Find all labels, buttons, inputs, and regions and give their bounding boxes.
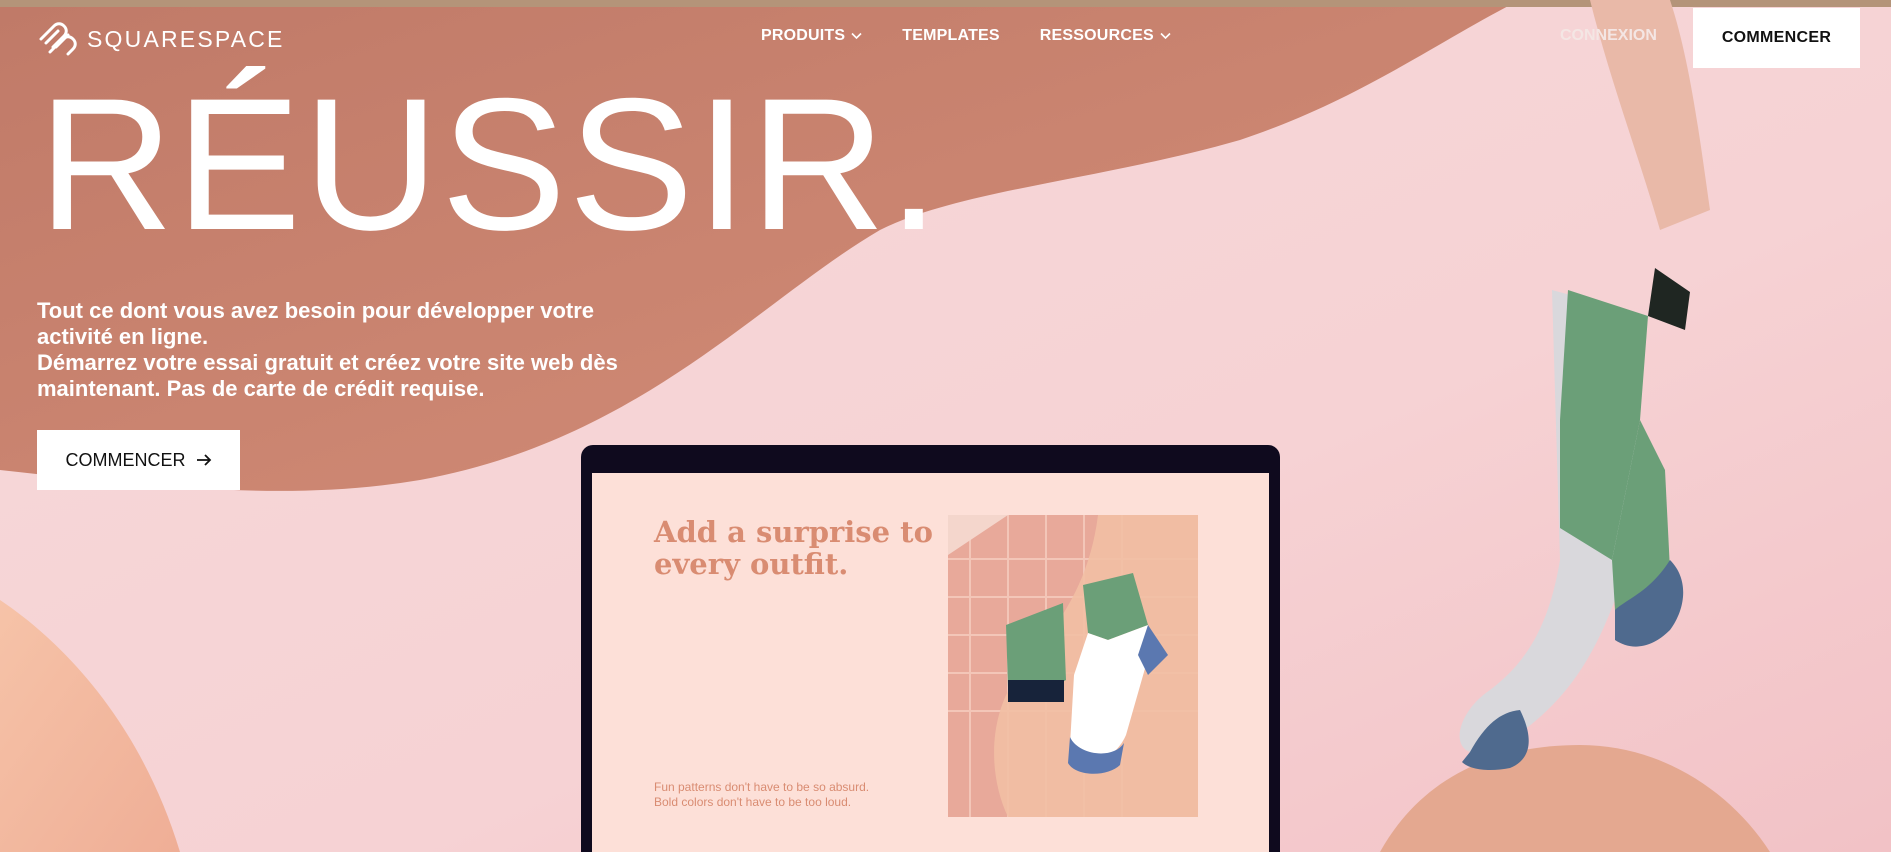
chevron-down-icon (1160, 32, 1171, 40)
start-button-label: COMMENCER (65, 449, 186, 470)
start-button-header[interactable]: COMMENCER (1693, 8, 1860, 68)
socks-product-image (948, 515, 1198, 817)
hero-subtitle: Tout ce dont vous avez besoin pour dével… (37, 298, 637, 402)
brand-logo[interactable]: SQUARESPACE (37, 22, 285, 56)
hero-subtitle-line: Démarrez votre essai gratuit et créez vo… (37, 350, 618, 401)
nav-item-label: RESSOURCES (1039, 27, 1154, 44)
main-nav: PRODUITS TEMPLATES RESSOURCES (761, 27, 1171, 45)
nav-item-label: PRODUITS (761, 27, 846, 44)
nav-item-ressources[interactable]: RESSOURCES (1040, 27, 1171, 45)
squarespace-logo-icon (39, 22, 77, 56)
screen-caption-line: Fun patterns don't have to be so absurd. (654, 780, 870, 794)
arrow-right-icon (196, 454, 211, 466)
brand-name: SQUARESPACE (87, 25, 285, 52)
nav-item-produits[interactable]: PRODUITS (761, 27, 862, 45)
top-strip (0, 0, 1891, 7)
hero-subtitle-line: Tout ce dont vous avez besoin pour dével… (37, 298, 595, 349)
nav-item-templates[interactable]: TEMPLATES (902, 27, 1000, 45)
login-link[interactable]: CONNEXION (1560, 27, 1657, 45)
start-button-hero[interactable]: COMMENCER (37, 430, 240, 490)
screen-caption: Fun patterns don't have to be so absurd.… (654, 780, 914, 810)
laptop-screen: Add a surprise to every outfit. Fun patt… (592, 473, 1269, 852)
screen-caption-line: Bold colors don't have to be too loud. (654, 795, 852, 809)
chevron-down-icon (851, 32, 862, 40)
screen-headline: Add a surprise to every outfit. (654, 515, 933, 581)
hero-title: RÉUSSIR. (38, 59, 942, 269)
nav-item-label: TEMPLATES (902, 27, 1000, 44)
